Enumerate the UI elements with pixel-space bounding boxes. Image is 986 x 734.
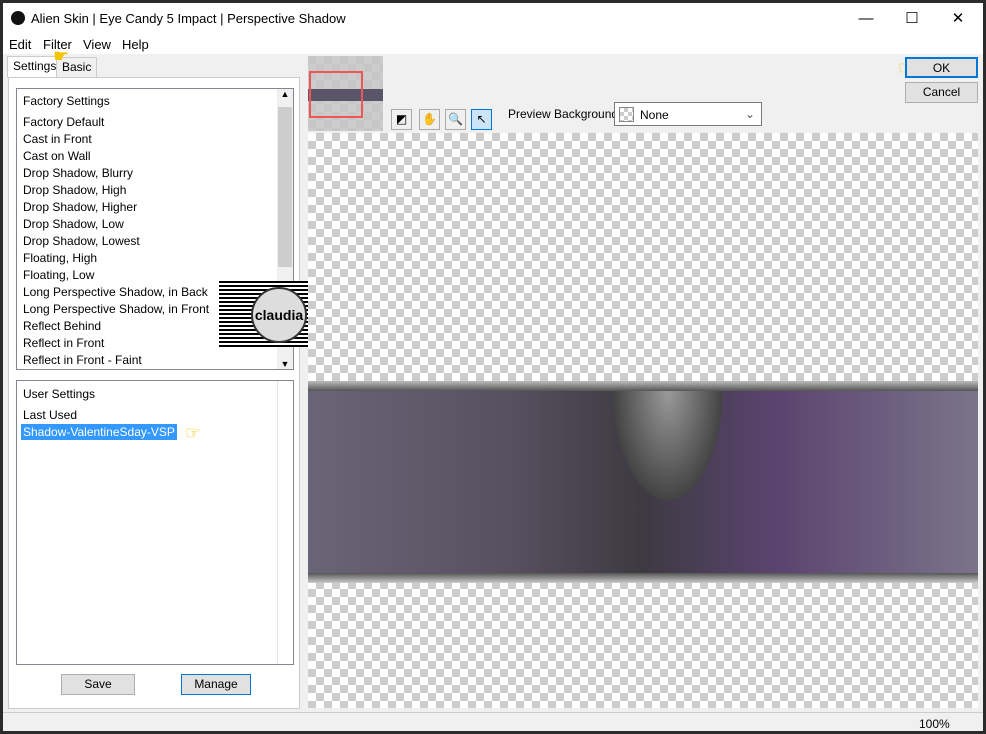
scroll-up-icon[interactable]: ▲ [277, 89, 293, 99]
settings-panel: Factory Settings Factory Default Cast in … [8, 77, 300, 709]
list-item[interactable]: Reflect in Front [23, 336, 104, 350]
list-item[interactable]: Floating, High [23, 251, 97, 265]
preview-background-label: Preview Background: [508, 107, 622, 121]
status-bar: 100% [3, 712, 983, 731]
preview-canvas[interactable] [308, 133, 978, 708]
list-item[interactable]: Reflect in Front - Faint [23, 353, 142, 367]
hand-tool-icon[interactable]: ✋ [419, 109, 440, 130]
list-item[interactable]: Long Perspective Shadow, in Back [23, 285, 208, 299]
menu-help[interactable]: Help [122, 37, 149, 52]
list-item[interactable]: Drop Shadow, Low [23, 217, 124, 231]
list-item[interactable]: Cast in Front [23, 132, 92, 146]
menu-bar: Edit Filter View Help [3, 34, 983, 54]
list-item[interactable]: Factory Default [23, 115, 104, 129]
list-item[interactable]: Drop Shadow, High [23, 183, 126, 197]
preview-image [308, 391, 978, 573]
ok-button[interactable]: OK [905, 57, 978, 78]
list-header: User Settings [23, 387, 96, 401]
save-button[interactable]: Save [61, 674, 135, 695]
checker-swatch-icon [619, 107, 634, 122]
scroll-thumb[interactable] [278, 107, 292, 267]
list-header: Factory Settings [23, 94, 110, 108]
viewport-rectangle[interactable] [309, 71, 363, 118]
list-item[interactable]: Drop Shadow, Higher [23, 200, 137, 214]
user-settings-list[interactable]: User Settings Last Used Shadow-Valentine… [16, 380, 294, 665]
list-item-selected[interactable]: Shadow-ValentineSday-VSP [21, 424, 177, 440]
close-button[interactable]: ✕ [935, 7, 981, 31]
menu-edit[interactable]: Edit [9, 37, 31, 52]
app-icon [11, 11, 25, 25]
minimize-button[interactable]: — [843, 7, 889, 31]
menu-view[interactable]: View [83, 37, 111, 52]
cancel-button[interactable]: Cancel [905, 82, 978, 103]
manage-button[interactable]: Manage [181, 674, 251, 695]
list-item[interactable]: Drop Shadow, Blurry [23, 166, 133, 180]
maximize-button[interactable]: ☐ [889, 7, 935, 31]
list-item[interactable]: Last Used [23, 408, 77, 422]
pointer-hand-icon: ☛ [53, 46, 70, 66]
list-item[interactable]: Long Perspective Shadow, in Front [23, 302, 209, 316]
window-title: Alien Skin | Eye Candy 5 Impact | Perspe… [31, 11, 346, 26]
select-tool-icon[interactable]: ↖ [471, 109, 492, 130]
list-item[interactable]: Floating, Low [23, 268, 94, 282]
list-item[interactable]: Drop Shadow, Lowest [23, 234, 140, 248]
navigator-thumbnail[interactable] [308, 56, 383, 131]
app-window: Alien Skin | Eye Candy 5 Impact | Perspe… [3, 3, 983, 731]
preview-toggle-icon[interactable]: ◩ [391, 109, 412, 130]
list-item[interactable]: Reflect Behind [23, 319, 101, 333]
zoom-level: 100% [919, 717, 950, 731]
list-item[interactable]: Cast on Wall [23, 149, 91, 163]
scrollbar [277, 381, 293, 664]
preview-background-select[interactable]: None ⌄ [614, 102, 762, 126]
scroll-down-icon[interactable]: ▼ [277, 359, 293, 369]
chevron-down-icon: ⌄ [744, 107, 755, 121]
title-bar: Alien Skin | Eye Candy 5 Impact | Perspe… [3, 3, 983, 34]
pointer-hand-icon: ☜ [184, 423, 201, 443]
zoom-tool-icon[interactable]: 🔍 [445, 109, 466, 130]
